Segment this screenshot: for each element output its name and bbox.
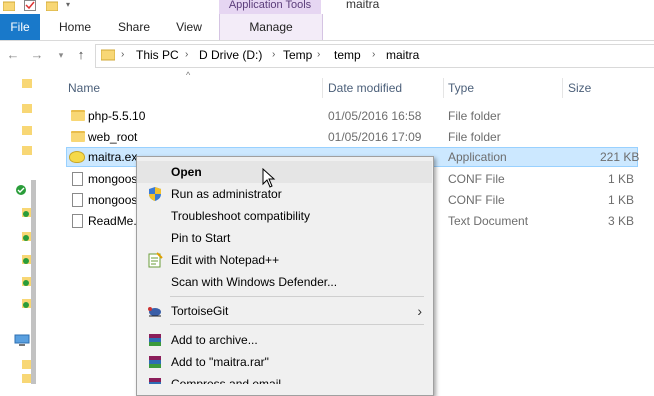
- menu-item-label: Open: [171, 165, 202, 179]
- menu-item-label: TortoiseGit: [171, 304, 229, 318]
- navigation-pane-scrollbar[interactable]: [31, 180, 36, 384]
- column-header-type[interactable]: Type: [448, 80, 474, 96]
- mouse-pointer-icon: [262, 167, 276, 188]
- file-type: CONF File: [448, 193, 505, 207]
- ribbon-tab-strip: [0, 14, 654, 41]
- window-title: maitra: [346, 0, 380, 11]
- file-name[interactable]: php-5.5.10: [88, 106, 145, 126]
- nav-folder-icon[interactable]: [22, 144, 34, 155]
- file-name[interactable]: mongoos: [88, 190, 137, 210]
- file-name[interactable]: ReadMe.t: [88, 211, 140, 231]
- file-size: 3 KB: [607, 214, 634, 228]
- file-size: 1 KB: [607, 172, 634, 186]
- menu-item-add-to-maitra-rar[interactable]: Add to "maitra.rar": [137, 351, 432, 373]
- menu-item-troubleshoot-compatibility[interactable]: Troubleshoot compatibility: [137, 205, 432, 227]
- tab-manage[interactable]: Manage: [219, 14, 323, 40]
- file-name[interactable]: mongoos: [88, 169, 137, 189]
- folder-quick-access-icon[interactable]: [2, 0, 16, 12]
- folder-location-icon: [100, 47, 116, 61]
- app-icon: [69, 151, 85, 163]
- file-type: CONF File: [448, 172, 505, 186]
- file-size: 221 KB: [600, 150, 640, 164]
- doc-icon: [72, 172, 83, 186]
- file-date: 01/05/2016 17:09: [328, 130, 422, 144]
- breadcrumb-temp-sub[interactable]: temp: [334, 47, 361, 63]
- file-date: 01/05/2016 16:58: [328, 109, 422, 123]
- nav-folder-icon[interactable]: [22, 124, 34, 135]
- file-name[interactable]: maitra.ex: [88, 147, 137, 167]
- menu-item-open[interactable]: Open: [137, 161, 432, 183]
- menu-item-run-as-administrator[interactable]: Run as administrator: [137, 183, 432, 205]
- menu-item-label: Pin to Start: [171, 231, 231, 245]
- file-name[interactable]: web_root: [88, 127, 137, 147]
- menu-item-label: Add to archive...: [171, 333, 258, 347]
- folder-icon: [71, 131, 85, 142]
- menu-item-pin-to-start[interactable]: Pin to Start: [137, 227, 432, 249]
- breadcrumb-d-drive[interactable]: D Drive (D:): [199, 47, 262, 63]
- application-tools-group-label: Application Tools: [219, 0, 321, 14]
- sort-ascending-icon: ^: [186, 70, 191, 80]
- breadcrumb-this-pc[interactable]: This PC: [136, 47, 179, 63]
- menu-separator: [170, 324, 424, 325]
- winrar-icon: [147, 376, 163, 384]
- menu-item-label: Scan with Windows Defender...: [171, 275, 338, 289]
- breadcrumb-maitra[interactable]: maitra: [386, 47, 419, 63]
- breadcrumb-separator[interactable]: ›: [317, 47, 320, 63]
- menu-item-label: Edit with Notepad++: [171, 253, 280, 267]
- title-bar: [0, 0, 654, 14]
- nav-this-pc-icon[interactable]: [14, 334, 30, 346]
- file-type: File folder: [448, 130, 501, 144]
- menu-item-compress-and-email[interactable]: Compress and email...: [137, 373, 432, 384]
- tab-home[interactable]: Home: [55, 14, 95, 40]
- up-arrow-icon[interactable]: ↑: [72, 45, 90, 65]
- doc-icon: [72, 214, 83, 228]
- file-size: 1 KB: [607, 193, 634, 207]
- menu-item-add-to-archive[interactable]: Add to archive...: [137, 329, 432, 351]
- tortoisegit-icon: [147, 303, 163, 319]
- winrar-icon: [147, 332, 163, 348]
- menu-item-scan-with-windows-defender[interactable]: Scan with Windows Defender...: [137, 271, 432, 293]
- nav-folder-icon[interactable]: [22, 77, 34, 88]
- nav-synced-folder-icon[interactable]: [14, 184, 28, 196]
- column-divider[interactable]: [443, 78, 444, 98]
- breadcrumb-temp[interactable]: Temp: [283, 47, 312, 63]
- properties-check-icon[interactable]: [24, 0, 36, 11]
- file-type: Text Document: [448, 214, 529, 228]
- recent-locations-chevron-icon[interactable]: ▾: [52, 45, 70, 65]
- breadcrumb-separator[interactable]: ›: [272, 47, 275, 63]
- submenu-arrow-icon: ›: [417, 303, 422, 319]
- menu-item-label: Compress and email...: [171, 377, 292, 384]
- column-header-name[interactable]: Name: [68, 80, 100, 96]
- folder-icon: [71, 110, 85, 121]
- menu-item-label: Add to "maitra.rar": [171, 355, 269, 369]
- column-divider[interactable]: [322, 78, 323, 98]
- quick-access-dropdown-icon[interactable]: ▾: [66, 0, 74, 10]
- breadcrumb-separator[interactable]: ›: [121, 47, 124, 63]
- menu-item-tortoisegit[interactable]: TortoiseGit ›: [137, 300, 432, 322]
- nav-folder-icon[interactable]: [22, 102, 34, 113]
- file-type: Application: [448, 150, 507, 164]
- new-folder-icon[interactable]: [45, 0, 59, 12]
- menu-item-edit-with-notepad-plus-plus[interactable]: Edit with Notepad++: [137, 249, 432, 271]
- tab-share[interactable]: Share: [113, 14, 155, 40]
- breadcrumb-separator[interactable]: ›: [185, 47, 188, 63]
- tab-view[interactable]: View: [170, 14, 208, 40]
- notepad-plus-plus-icon: [147, 252, 163, 268]
- uac-shield-icon: [147, 186, 163, 202]
- menu-item-label: Troubleshoot compatibility: [171, 209, 310, 223]
- doc-icon: [72, 193, 83, 207]
- column-divider[interactable]: [562, 78, 563, 98]
- winrar-icon: [147, 354, 163, 370]
- menu-separator: [170, 296, 424, 297]
- tab-file[interactable]: File: [0, 14, 40, 40]
- column-header-date-modified[interactable]: Date modified: [328, 80, 402, 96]
- forward-arrow-icon[interactable]: →: [28, 45, 46, 65]
- back-arrow-icon[interactable]: ←: [4, 45, 22, 65]
- column-header-size[interactable]: Size: [568, 80, 591, 96]
- breadcrumb-separator[interactable]: ›: [372, 47, 375, 63]
- file-type: File folder: [448, 109, 501, 123]
